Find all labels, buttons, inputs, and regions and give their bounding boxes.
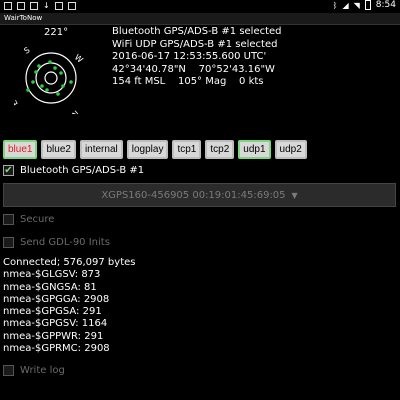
satellite-dot [34,70,38,74]
source-tabs: blue1 blue2 internal logplay tcp1 tcp2 u… [3,140,307,159]
tab-udp1[interactable]: udp1 [238,140,271,159]
connection-log: Connected; 576,097 bytes nmea-$GLGSV: 87… [3,257,135,355]
secure-checkbox[interactable] [3,214,14,225]
send-gdl90-label: Send GDL-90 Inits [20,237,110,248]
status-icon [4,1,12,10]
clock: 8:54 [375,0,396,10]
tab-tcp1[interactable]: tcp1 [172,140,202,159]
log-line: nmea-$GPPWR: 291 [3,330,104,342]
battery-icon [364,0,371,10]
tab-tcp2[interactable]: tcp2 [205,140,235,159]
status-icon [17,1,25,10]
info-timestamp: 2016-06-17 12:53:55.600 UTC' [112,51,267,63]
log-line: nmea-$GPRMC: 2908 [3,343,110,355]
connection-status: Connected; 576,097 bytes [3,257,136,268]
enable-device-label: Bluetooth GPS/ADS-B #1 [20,165,145,176]
tab-internal[interactable]: internal [79,140,123,159]
satellite-dot [56,92,60,96]
image-icon [67,1,76,10]
satellite-dot [45,88,49,92]
write-log-row[interactable]: Write log [3,365,65,376]
send-gdl90-row[interactable]: Send GDL-90 Inits [3,237,110,248]
tab-blue2[interactable]: blue2 [41,140,76,159]
heading-readout: 221° [44,27,69,38]
log-line: nmea-$GLGSV: 873 [3,269,101,281]
download-icon: ↓ [43,1,50,10]
satellite-dot [59,71,63,75]
compass-outer-ring [25,52,77,104]
log-line: nmea-$GPGSA: 291 [3,306,102,318]
bluetooth-icon: ᛒ [332,0,338,10]
tab-udp2[interactable]: udp2 [274,140,307,159]
satellite-dot [53,66,57,70]
dropdown-arrow-icon: ▼ [291,190,298,200]
signal-icon: ◢ [342,0,349,10]
compass-label-e: E [14,99,20,108]
status-right-icons: ᛒ ◢ ◥ 8:54 [333,0,396,10]
app-bar: WairToNow [0,13,400,25]
info-altitude-heading-speed: 154 ft MSL 105° Mag 0 kts [112,76,264,88]
satellite-dot [26,88,30,92]
gps-info: Bluetooth GPS/ADS-B #1 selected WiFi UDP… [112,26,282,89]
app-title: WairToNow [4,14,43,22]
enable-device-row[interactable]: ✔ Bluetooth GPS/ADS-B #1 [3,165,144,176]
secure-row[interactable]: Secure [3,214,54,225]
log-line: nmea-$GNGSA: 81 [3,281,97,293]
device-dropdown-value: XGPS160-456905 00:19:01:45:69:05 [101,189,286,201]
secure-label: Secure [20,214,55,225]
satellite-dot [61,84,65,88]
satellite-dot [40,84,44,88]
write-log-label: Write log [20,365,65,376]
info-coordinates: 42°34'40.78"N 70°52'43.16"W [112,63,275,75]
satellite-dot [69,80,73,84]
compass-middle-ring [35,62,67,94]
write-log-checkbox[interactable] [3,365,14,376]
satellite-compass: S W E N [14,45,85,114]
status-bar: ↓ ᛒ ◢ ◥ 8:54 [0,0,400,13]
info-bluetooth-selected: Bluetooth GPS/ADS-B #1 selected [112,26,282,37]
compass-label-w: W [73,53,85,65]
tab-blue1[interactable]: blue1 [3,140,38,159]
status-icon [30,1,38,10]
log-line: nmea-$GPGSV: 1164 [3,318,108,330]
wifi-icon: ◥ [353,0,360,10]
info-wifi-selected: WiFi UDP GPS/ADS-B #1 selected [112,38,278,50]
satellite-dot [31,80,35,84]
status-left-icons: ↓ [4,1,76,10]
satellite-dot [37,64,41,68]
send-gdl90-checkbox[interactable] [3,237,14,248]
tab-logplay[interactable]: logplay [126,140,169,159]
compass-inner-ring [44,71,58,85]
satellite-dot [48,60,52,64]
compass-label-n: N [70,108,80,114]
compass-label-s: S [23,45,32,55]
log-line: nmea-$GPGGA: 2908 [3,293,110,305]
device-dropdown[interactable]: XGPS160-456905 00:19:01:45:69:05 ▼ [3,183,396,207]
enable-device-checkbox[interactable]: ✔ [3,165,14,176]
sd-card-icon [54,1,63,10]
